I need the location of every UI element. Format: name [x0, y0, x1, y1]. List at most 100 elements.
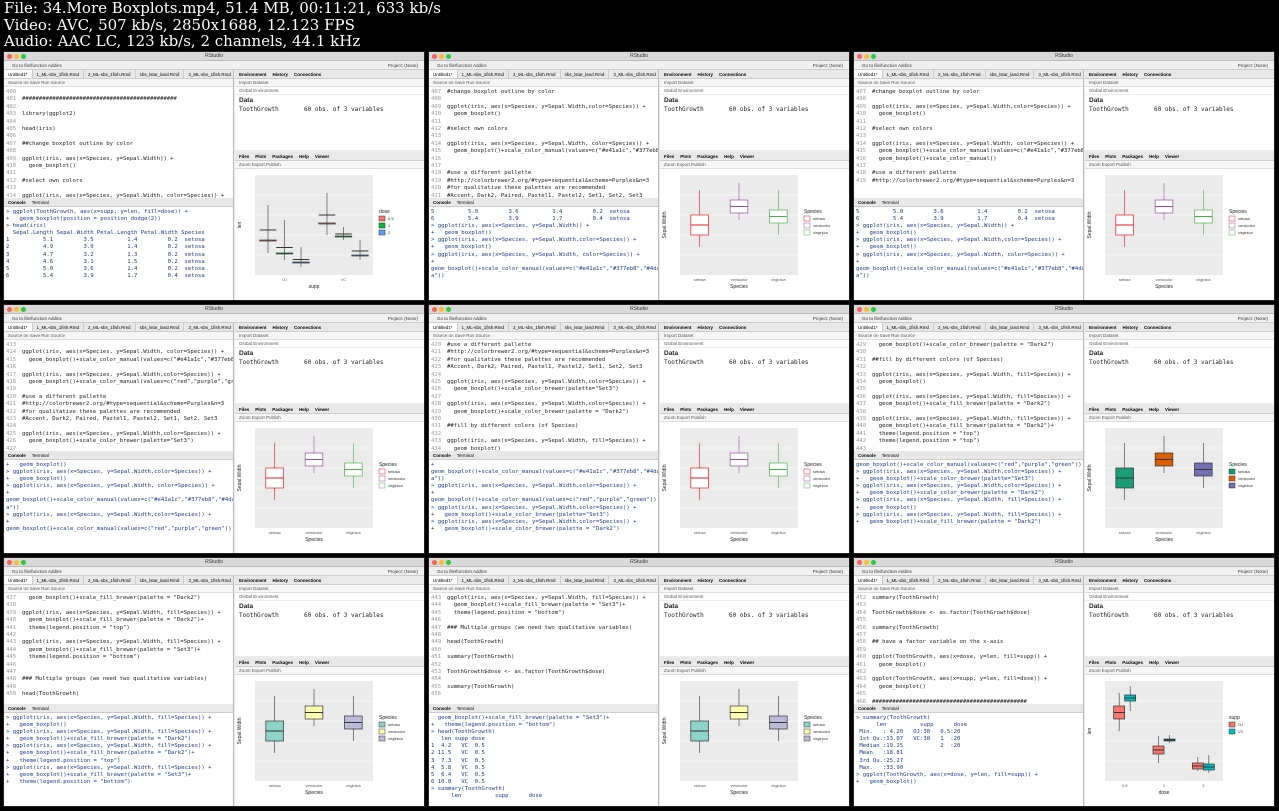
console-output[interactable]: + geom_boxplot()+scale_color_manual(value…: [429, 460, 658, 533]
env-tab[interactable]: History: [1123, 578, 1139, 583]
console-output[interactable]: 5 5.0 3.6 1.4 0.2 setosa 6 5.4 3.9 1.7 0.…: [854, 207, 1083, 280]
global-env-select[interactable]: Global Environment: [235, 593, 424, 601]
plot-pane-tab[interactable]: Packages: [272, 660, 293, 665]
plot-pane-tab[interactable]: Viewer: [740, 660, 754, 665]
env-tab[interactable]: Connections: [294, 325, 321, 330]
env-tab[interactable]: Environment: [664, 325, 692, 330]
editor-toolbar[interactable]: Source on Save Run Source: [854, 585, 1083, 593]
editor-tab[interactable]: sbs_lstar_land.Rmd: [986, 576, 1035, 584]
console-output[interactable]: + geom_boxplot() > ggplot(iris, aes(x=Spe…: [4, 460, 233, 533]
import-dataset-button[interactable]: Import Dataset: [660, 585, 849, 593]
editor-tab[interactable]: 1_ML-sbs_1fish.Rmd: [458, 70, 510, 78]
global-env-select[interactable]: Global Environment: [660, 340, 849, 348]
editor-tab[interactable]: 3_ML-sbs_1fish.Rmd: [609, 323, 658, 331]
env-row-toothgrowth[interactable]: ToothGrowth 60 obs. of 3 variables: [1085, 359, 1274, 366]
plot-pane-tab[interactable]: Help: [724, 407, 734, 412]
project-menu[interactable]: Project: (None): [813, 314, 843, 323]
editor-tab[interactable]: 2_ML-sbs_1fish.Rmd: [934, 576, 986, 584]
toolbar-label[interactable]: Go to file/function Addins: [437, 63, 487, 68]
zoom-dot-icon[interactable]: [446, 54, 451, 59]
source-editor[interactable]: Untitled1* 1_ML-sbs_1fish.Rmd 2_ML-sbs_1fi…: [429, 323, 659, 451]
plot-toolbar[interactable]: Zoom Export Publish: [1085, 414, 1274, 422]
plot-pane-tab[interactable]: Viewer: [315, 407, 329, 412]
plot-pane-tab[interactable]: Help: [724, 154, 734, 159]
plot-pane-tab[interactable]: Files: [239, 407, 249, 412]
env-row-toothgrowth[interactable]: ToothGrowth 60 obs. of 3 variables: [235, 106, 424, 113]
close-dot-icon[interactable]: [7, 560, 12, 565]
console-output[interactable]: > ggplot(iris, aes(x=Species, y=Sepal.Wi…: [4, 713, 233, 786]
project-menu[interactable]: Project: (None): [388, 567, 418, 576]
env-tab[interactable]: Environment: [239, 72, 267, 77]
console-tab[interactable]: Console: [8, 200, 26, 205]
env-tab[interactable]: Environment: [664, 578, 692, 583]
editor-tab[interactable]: 1_ML-sbs_1fish.Rmd: [458, 576, 510, 584]
code-area[interactable]: 443 ggplot(iris, aes(x=Species, y=Sepal.W…: [429, 593, 658, 699]
import-dataset-button[interactable]: Import Dataset: [1085, 332, 1274, 340]
plot-pane-tab[interactable]: Viewer: [1165, 407, 1179, 412]
code-area[interactable]: 407 #change boxplot outline by color 408 40…: [429, 87, 658, 198]
project-menu[interactable]: Project: (None): [388, 314, 418, 323]
plot-pane-tab[interactable]: Plots: [1105, 154, 1116, 159]
editor-tab[interactable]: 2_ML-sbs_1fish.Rmd: [934, 323, 986, 331]
editor-tab[interactable]: 3_ML-sbs_1fish.Rmd: [1034, 323, 1083, 331]
terminal-tab[interactable]: Terminal: [882, 200, 899, 205]
editor-tab[interactable]: 3_ML-sbs_1fish.Rmd: [184, 576, 233, 584]
plot-pane-tab[interactable]: Viewer: [1165, 660, 1179, 665]
editor-toolbar[interactable]: Source on Save Run Source: [429, 585, 658, 593]
editor-tab[interactable]: 2_ML-sbs_1fish.Rmd: [509, 323, 561, 331]
zoom-dot-icon[interactable]: [21, 54, 26, 59]
editor-tab[interactable]: Untitled1*: [854, 323, 883, 331]
editor-tab[interactable]: 3_ML-sbs_1fish.Rmd: [184, 323, 233, 331]
env-row-toothgrowth[interactable]: ToothGrowth 60 obs. of 3 variables: [660, 106, 849, 113]
editor-tab[interactable]: 3_ML-sbs_1fish.Rmd: [609, 70, 658, 78]
zoom-dot-icon[interactable]: [446, 560, 451, 565]
plot-pane-tab[interactable]: Plots: [1105, 407, 1116, 412]
minimize-dot-icon[interactable]: [14, 560, 19, 565]
env-row-toothgrowth[interactable]: ToothGrowth 60 obs. of 3 variables: [235, 359, 424, 366]
project-menu[interactable]: Project: (None): [1238, 567, 1268, 576]
env-tab[interactable]: History: [698, 72, 714, 77]
console-pane[interactable]: Console Terminal geom_boxplot()+scale_colo…: [854, 451, 1084, 553]
console-output[interactable]: 5 5.0 3.6 1.4 0.2 setosa 6 5.4 3.9 1.7 0.…: [429, 207, 658, 280]
close-dot-icon[interactable]: [857, 54, 862, 59]
plot-pane-tab[interactable]: Help: [299, 154, 309, 159]
close-dot-icon[interactable]: [857, 307, 862, 312]
import-dataset-button[interactable]: Import Dataset: [235, 585, 424, 593]
plot-pane-tab[interactable]: Viewer: [315, 660, 329, 665]
plot-pane-tab[interactable]: Packages: [697, 154, 718, 159]
editor-tab[interactable]: 1_ML-sbs_1fish.Rmd: [33, 576, 85, 584]
global-env-select[interactable]: Global Environment: [1085, 340, 1274, 348]
env-tab[interactable]: Connections: [1144, 578, 1171, 583]
env-tab[interactable]: Connections: [1144, 325, 1171, 330]
global-env-select[interactable]: Global Environment: [660, 593, 849, 601]
console-tab[interactable]: Console: [433, 706, 451, 711]
env-tab[interactable]: History: [1123, 325, 1139, 330]
env-tab[interactable]: Environment: [1089, 578, 1117, 583]
plot-pane-tab[interactable]: Help: [1149, 154, 1159, 159]
editor-tab[interactable]: Untitled1*: [854, 70, 883, 78]
editor-toolbar[interactable]: Source on Save Run Source: [429, 332, 658, 340]
minimize-dot-icon[interactable]: [439, 54, 444, 59]
global-env-select[interactable]: Global Environment: [660, 87, 849, 95]
close-dot-icon[interactable]: [432, 307, 437, 312]
plot-pane-tab[interactable]: Packages: [272, 407, 293, 412]
terminal-tab[interactable]: Terminal: [457, 200, 474, 205]
close-dot-icon[interactable]: [857, 560, 862, 565]
env-tab[interactable]: History: [698, 578, 714, 583]
editor-tab[interactable]: Untitled1*: [429, 576, 458, 584]
plot-toolbar[interactable]: Zoom Export Publish: [235, 667, 424, 675]
plot-pane-tab[interactable]: Files: [1089, 154, 1099, 159]
plot-pane-tab[interactable]: Viewer: [740, 407, 754, 412]
console-tab[interactable]: Console: [433, 453, 451, 458]
console-pane[interactable]: Console Terminal 5 5.0 3.6 1.4 0.2 setosa 6…: [854, 198, 1084, 300]
editor-tab[interactable]: sbs_lstar_land.Rmd: [986, 323, 1035, 331]
editor-toolbar[interactable]: Source on Save Run Source: [429, 79, 658, 87]
plot-toolbar[interactable]: Zoom Export Publish: [235, 414, 424, 422]
toolbar-label[interactable]: Go to file/function Addins: [12, 569, 62, 574]
editor-tab[interactable]: 2_ML-sbs_1fish.Rmd: [84, 323, 136, 331]
console-pane[interactable]: Console Terminal > ggplot(ToothGrowth, aes…: [4, 198, 234, 300]
console-pane[interactable]: Console Terminal + geom_boxplot() > ggplot(…: [4, 451, 234, 553]
editor-tab[interactable]: sbs_lstar_land.Rmd: [986, 70, 1035, 78]
editor-tab[interactable]: 1_ML-sbs_1fish.Rmd: [458, 323, 510, 331]
plot-pane-tab[interactable]: Packages: [272, 154, 293, 159]
